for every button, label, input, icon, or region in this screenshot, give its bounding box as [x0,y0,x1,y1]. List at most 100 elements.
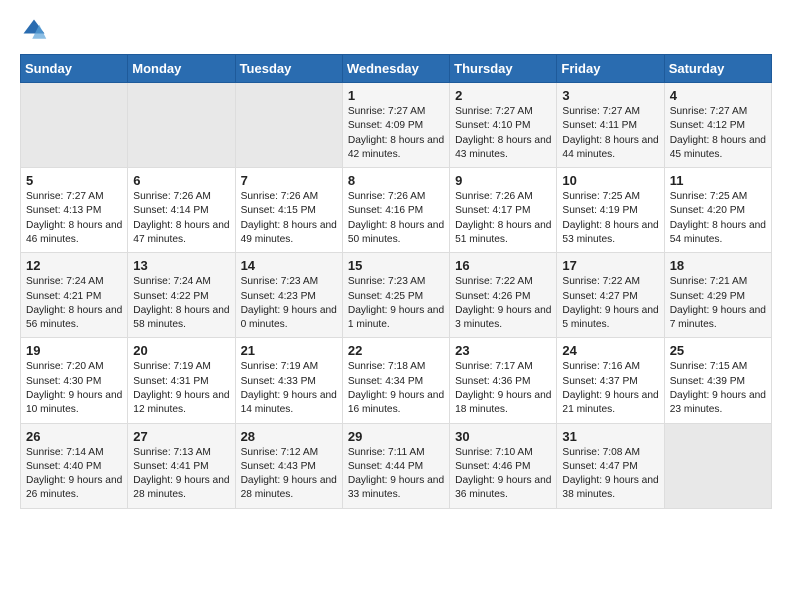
day-number: 9 [455,173,551,188]
day-info: Sunrise: 7:22 AM Sunset: 4:26 PM Dayligh… [455,275,551,332]
day-info: Sunrise: 7:27 AM Sunset: 4:13 PM Dayligh… [26,190,122,247]
calendar-cell: 16 Sunrise: 7:22 AM Sunset: 4:26 PM Dayli… [450,253,557,338]
calendar-cell: 24Sunrise: 7:16 AM Sunset: 4:37 PM Dayli… [557,338,664,423]
day-info: Sunrise: 7:27 AM Sunset: 4:12 PM Dayligh… [670,105,766,162]
header [20,16,772,44]
day-info: Sunrise: 7:26 AM Sunset: 4:15 PM Dayligh… [241,190,337,247]
weekday-header-thursday: Thursday [450,55,557,83]
page: SundayMondayTuesdayWednesdayThursdayFrid… [0,0,792,525]
day-info: Sunrise: 7:22 AM Sunset: 4:27 PM Dayligh… [562,275,658,332]
weekday-header-row: SundayMondayTuesdayWednesdayThursdayFrid… [21,55,772,83]
day-info: Sunrise: 7:14 AM Sunset: 4:40 PM Dayligh… [26,446,122,503]
day-info: Sunrise: 7:25 AM Sunset: 4:20 PM Dayligh… [670,190,766,247]
day-number: 31 [562,429,658,444]
day-info: Sunrise: 7:08 AM Sunset: 4:47 PM Dayligh… [562,446,658,503]
calendar-cell [664,423,771,508]
day-info: Sunrise: 7:26 AM Sunset: 4:16 PM Dayligh… [348,190,444,247]
day-number: 30 [455,429,551,444]
calendar-cell: 25 Sunrise: 7:15 AM Sunset: 4:39 PM Dayli… [664,338,771,423]
day-info: Sunrise: 7:17 AM Sunset: 4:36 PM Dayligh… [455,360,551,417]
calendar-cell: 19 Sunrise: 7:20 AM Sunset: 4:30 PM Dayli… [21,338,128,423]
day-number: 23 [455,343,551,358]
day-info: Sunrise: 7:26 AM Sunset: 4:14 PM Dayligh… [133,190,229,247]
day-number: 17 [562,258,658,273]
calendar-cell: 3Sunrise: 7:27 AM Sunset: 4:11 PM Daylig… [557,83,664,168]
calendar-cell: 23 Sunrise: 7:17 AM Sunset: 4:36 PM Dayli… [450,338,557,423]
calendar-cell: 20 Sunrise: 7:19 AM Sunset: 4:31 PM Dayli… [128,338,235,423]
day-number: 20 [133,343,229,358]
week-row-5: 26 Sunrise: 7:14 AM Sunset: 4:40 PM Dayli… [21,423,772,508]
weekday-header-tuesday: Tuesday [235,55,342,83]
calendar-cell: 11 Sunrise: 7:25 AM Sunset: 4:20 PM Dayli… [664,168,771,253]
day-info: Sunrise: 7:24 AM Sunset: 4:21 PM Dayligh… [26,275,122,332]
day-info: Sunrise: 7:11 AM Sunset: 4:44 PM Dayligh… [348,446,444,503]
day-number: 27 [133,429,229,444]
day-info: Sunrise: 7:27 AM Sunset: 4:10 PM Dayligh… [455,105,551,162]
calendar-cell [128,83,235,168]
weekday-header-friday: Friday [557,55,664,83]
day-number: 14 [241,258,337,273]
calendar-cell: 27Sunrise: 7:13 AM Sunset: 4:41 PM Dayli… [128,423,235,508]
weekday-header-saturday: Saturday [664,55,771,83]
day-info: Sunrise: 7:19 AM Sunset: 4:31 PM Dayligh… [133,360,229,417]
calendar-cell: 26 Sunrise: 7:14 AM Sunset: 4:40 PM Dayli… [21,423,128,508]
calendar-cell: 10Sunrise: 7:25 AM Sunset: 4:19 PM Dayli… [557,168,664,253]
calendar-cell: 30 Sunrise: 7:10 AM Sunset: 4:46 PM Dayli… [450,423,557,508]
day-info: Sunrise: 7:12 AM Sunset: 4:43 PM Dayligh… [241,446,337,503]
day-number: 6 [133,173,229,188]
day-number: 22 [348,343,444,358]
weekday-header-wednesday: Wednesday [342,55,449,83]
day-number: 28 [241,429,337,444]
calendar-cell: 8 Sunrise: 7:26 AM Sunset: 4:16 PM Daylig… [342,168,449,253]
day-info: Sunrise: 7:15 AM Sunset: 4:39 PM Dayligh… [670,360,766,417]
day-number: 3 [562,88,658,103]
day-number: 7 [241,173,337,188]
day-number: 11 [670,173,766,188]
calendar-cell: 21Sunrise: 7:19 AM Sunset: 4:33 PM Dayli… [235,338,342,423]
day-info: Sunrise: 7:27 AM Sunset: 4:09 PM Dayligh… [348,105,444,162]
calendar-cell: 12 Sunrise: 7:24 AM Sunset: 4:21 PM Dayli… [21,253,128,338]
day-number: 16 [455,258,551,273]
calendar-cell: 2Sunrise: 7:27 AM Sunset: 4:10 PM Daylig… [450,83,557,168]
day-info: Sunrise: 7:18 AM Sunset: 4:34 PM Dayligh… [348,360,444,417]
day-info: Sunrise: 7:26 AM Sunset: 4:17 PM Dayligh… [455,190,551,247]
day-number: 15 [348,258,444,273]
day-info: Sunrise: 7:21 AM Sunset: 4:29 PM Dayligh… [670,275,766,332]
day-number: 8 [348,173,444,188]
week-row-4: 19 Sunrise: 7:20 AM Sunset: 4:30 PM Dayli… [21,338,772,423]
calendar-cell: 15 Sunrise: 7:23 AM Sunset: 4:25 PM Dayli… [342,253,449,338]
day-number: 12 [26,258,122,273]
day-number: 18 [670,258,766,273]
calendar-cell: 31 Sunrise: 7:08 AM Sunset: 4:47 PM Dayli… [557,423,664,508]
calendar-cell: 7 Sunrise: 7:26 AM Sunset: 4:15 PM Daylig… [235,168,342,253]
calendar-cell: 17 Sunrise: 7:22 AM Sunset: 4:27 PM Dayli… [557,253,664,338]
day-info: Sunrise: 7:23 AM Sunset: 4:25 PM Dayligh… [348,275,444,332]
calendar-cell: 9 Sunrise: 7:26 AM Sunset: 4:17 PM Daylig… [450,168,557,253]
day-number: 5 [26,173,122,188]
logo [20,16,52,44]
week-row-1: 1Sunrise: 7:27 AM Sunset: 4:09 PM Daylig… [21,83,772,168]
day-info: Sunrise: 7:24 AM Sunset: 4:22 PM Dayligh… [133,275,229,332]
weekday-header-monday: Monday [128,55,235,83]
calendar-cell: 13Sunrise: 7:24 AM Sunset: 4:22 PM Dayli… [128,253,235,338]
day-info: Sunrise: 7:20 AM Sunset: 4:30 PM Dayligh… [26,360,122,417]
day-number: 25 [670,343,766,358]
day-info: Sunrise: 7:23 AM Sunset: 4:23 PM Dayligh… [241,275,337,332]
day-number: 26 [26,429,122,444]
calendar-cell: 4Sunrise: 7:27 AM Sunset: 4:12 PM Daylig… [664,83,771,168]
day-number: 19 [26,343,122,358]
weekday-header-sunday: Sunday [21,55,128,83]
day-info: Sunrise: 7:25 AM Sunset: 4:19 PM Dayligh… [562,190,658,247]
calendar-cell: 1Sunrise: 7:27 AM Sunset: 4:09 PM Daylig… [342,83,449,168]
day-info: Sunrise: 7:19 AM Sunset: 4:33 PM Dayligh… [241,360,337,417]
calendar-cell: 29Sunrise: 7:11 AM Sunset: 4:44 PM Dayli… [342,423,449,508]
week-row-2: 5 Sunrise: 7:27 AM Sunset: 4:13 PM Daylig… [21,168,772,253]
calendar-cell: 14 Sunrise: 7:23 AM Sunset: 4:23 PM Dayli… [235,253,342,338]
day-info: Sunrise: 7:16 AM Sunset: 4:37 PM Dayligh… [562,360,658,417]
calendar-cell [21,83,128,168]
calendar-cell: 5 Sunrise: 7:27 AM Sunset: 4:13 PM Daylig… [21,168,128,253]
calendar-cell: 22 Sunrise: 7:18 AM Sunset: 4:34 PM Dayli… [342,338,449,423]
day-info: Sunrise: 7:10 AM Sunset: 4:46 PM Dayligh… [455,446,551,503]
calendar-table: SundayMondayTuesdayWednesdayThursdayFrid… [20,54,772,509]
logo-icon [20,16,48,44]
